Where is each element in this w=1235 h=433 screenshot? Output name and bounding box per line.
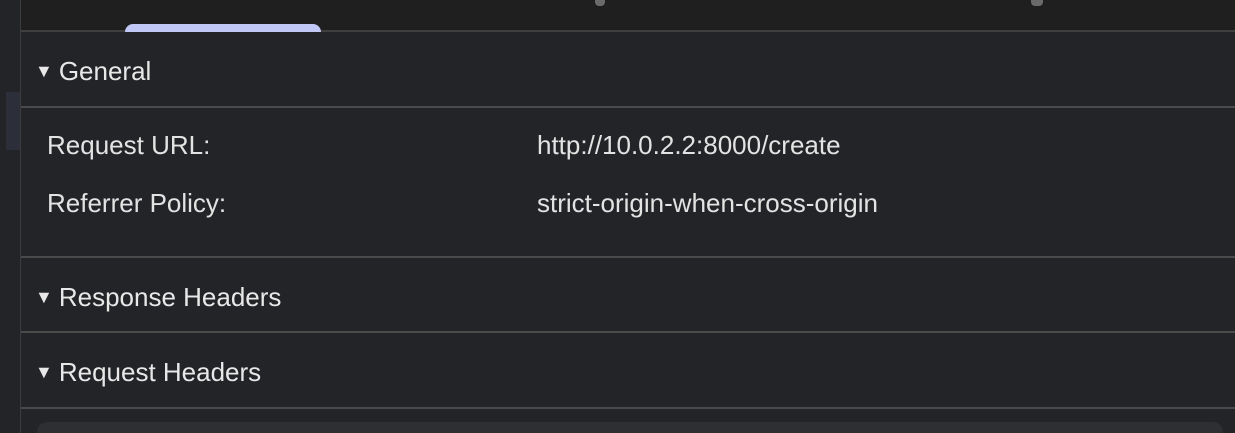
tab-label-fragment: [595, 0, 605, 6]
disclosure-triangle-icon: ▼: [35, 286, 53, 307]
row-key: Referrer Policy:: [47, 187, 227, 218]
request-headers-content-box: [37, 422, 1223, 433]
general-row-request-url: Request URL: http://10.0.2.2:8000/create: [47, 126, 1197, 164]
general-row-referrer-policy: Referrer Policy: strict-origin-when-cros…: [47, 184, 1197, 222]
selected-request-highlight: [6, 92, 20, 150]
response-headers-section-title: Response Headers: [58, 281, 282, 312]
devtools-network-details: ▼ General Request URL: http://10.0.2.2:8…: [0, 0, 1235, 433]
response-headers-section-header[interactable]: ▼ Response Headers: [21, 260, 1235, 334]
disclosure-triangle-icon: ▼: [35, 361, 53, 382]
details-tab-strip: [21, 0, 1235, 32]
row-value: http://10.0.2.2:8000/create: [537, 129, 841, 160]
tab-label-fragment: [1031, 0, 1043, 6]
request-headers-section-header[interactable]: ▼ Request Headers: [21, 335, 1235, 409]
request-headers-section-title: Request Headers: [58, 356, 262, 387]
disclosure-triangle-icon: ▼: [35, 60, 53, 81]
general-section-title: General: [58, 55, 152, 86]
headers-panel: ▼ General Request URL: http://10.0.2.2:8…: [20, 0, 1235, 433]
row-value: strict-origin-when-cross-origin: [537, 187, 878, 218]
request-list-edge: [0, 0, 20, 433]
tab-selected-indicator[interactable]: [125, 24, 321, 32]
general-section-header[interactable]: ▼ General: [21, 34, 1235, 108]
section-divider: [21, 256, 1235, 258]
section-divider: [21, 106, 1235, 108]
section-divider: [21, 331, 1235, 333]
row-key: Request URL:: [47, 129, 211, 160]
section-divider: [21, 407, 1235, 409]
